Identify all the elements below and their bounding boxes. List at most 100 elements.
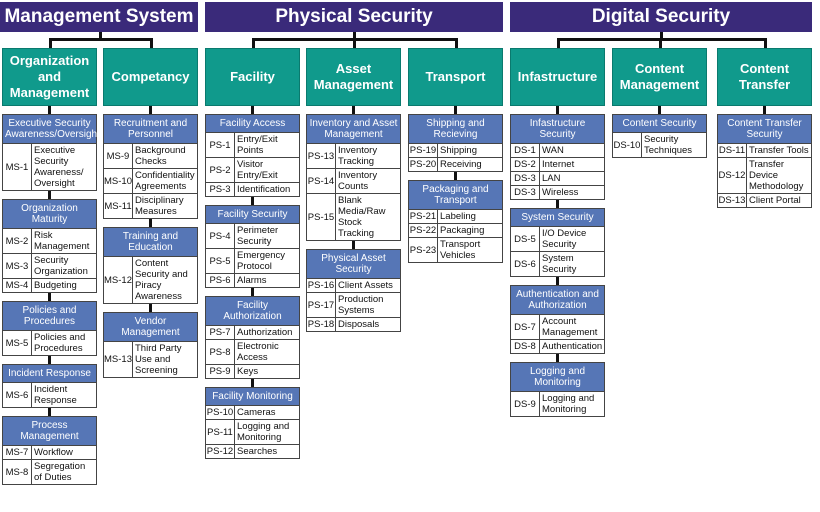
control-id: PS-1	[206, 133, 235, 157]
connector-line	[763, 38, 767, 48]
control-row: DS-13 Client Portal	[718, 193, 811, 207]
control-label: Logging and Monitoring	[237, 421, 290, 443]
control-id: PS-14	[307, 169, 336, 193]
control-row: MS-12 Content Security and Piracy Awarene…	[104, 256, 197, 303]
control-label: Identification	[237, 184, 291, 195]
control-group: Facility Authorization PS-7 Authorization P…	[205, 296, 300, 379]
connector-line	[251, 38, 255, 48]
control-row: DS-8 Authentication	[511, 339, 604, 353]
category-box: Content Transfer	[717, 48, 812, 106]
connector-line	[251, 379, 254, 387]
group-header: Policies and Procedures	[3, 302, 96, 330]
control-id: MS-13	[104, 342, 133, 377]
control-label: Visitor Entry/Exit	[237, 159, 278, 181]
control-row: PS-10 Cameras	[206, 405, 299, 419]
category-column: Infastructure Infastructure Security DS-1 W…	[510, 48, 605, 417]
control-group: Organization Maturity MS-2 Risk Management…	[2, 199, 97, 293]
control-row: PS-5 Emergency Protocol	[206, 248, 299, 273]
connector-line	[556, 38, 560, 48]
category-box: Asset Management	[306, 48, 401, 106]
control-id: PS-19	[409, 144, 438, 157]
control-row: PS-9 Keys	[206, 364, 299, 378]
control-id: DS-5	[511, 227, 540, 251]
connector-line	[352, 38, 356, 48]
control-row: PS-12 Searches	[206, 444, 299, 458]
control-label: Emergency Protocol	[237, 250, 286, 272]
control-label: Wireless	[542, 187, 579, 198]
control-id: DS-3	[511, 186, 540, 199]
control-label: I/O Device Security	[542, 228, 587, 250]
control-group: Content Security DS-10 Security Techniques	[612, 114, 707, 158]
control-group: Content Transfer Security DS-11 Transfer T…	[717, 114, 812, 208]
group-header: Facility Monitoring	[206, 388, 299, 405]
control-row: MS-10 Confidentiality Agreements	[104, 168, 197, 193]
connector-line	[48, 191, 51, 199]
group-header: Incident Response	[3, 365, 96, 382]
control-row: PS-17 Production Systems	[307, 292, 400, 317]
control-row: MS-11 Disciplinary Measures	[104, 193, 197, 218]
control-label: WAN	[542, 145, 564, 156]
control-group: Executive Security Awareness/Oversight MS…	[2, 114, 100, 191]
control-label: Risk Management	[34, 230, 90, 252]
control-group: Policies and Procedures MS-5 Policies and …	[2, 301, 97, 356]
control-group: Infastructure Security DS-1 WAN DS-2 Interne…	[510, 114, 605, 200]
control-group: Training and Education MS-12 Content Secur…	[103, 227, 198, 304]
control-label: Policies and Procedures	[34, 332, 86, 354]
control-row: DS-3 LAN	[511, 171, 604, 185]
control-row: MS-5 Policies and Procedures	[3, 330, 96, 355]
control-id: PS-20	[409, 158, 438, 171]
control-row: PS-8 Electronic Access	[206, 339, 299, 364]
connector-line	[352, 106, 355, 114]
control-group: Facility Monitoring PS-10 Cameras PS-11 Logg…	[205, 387, 300, 459]
control-label: Client Portal	[749, 195, 801, 206]
control-id: PS-4	[206, 224, 235, 248]
control-row: DS-9 Logging and Monitoring	[511, 391, 604, 416]
control-label: Inventory Tracking	[338, 145, 378, 167]
control-label: Blank Media/Raw Stock Tracking	[338, 195, 386, 239]
control-label: Transfer Device Methodology	[749, 159, 804, 192]
control-row: PS-3 Identification	[206, 182, 299, 196]
control-label: Logging and Monitoring	[542, 393, 595, 415]
control-group: Vendor Management MS-13 Third Party Use an…	[103, 312, 198, 378]
connector-line	[149, 106, 152, 114]
connector-line	[556, 106, 559, 114]
control-id: MS-3	[3, 254, 32, 278]
category-box: Facility	[205, 48, 300, 106]
control-label: Disciplinary Measures	[135, 195, 184, 217]
control-group: Incident Response MS-6 Incident Response	[2, 364, 97, 408]
control-id: PS-5	[206, 249, 235, 273]
control-label: Authentication	[542, 341, 603, 352]
group-header: Infastructure Security	[511, 115, 604, 143]
control-label: Segregation of Duties	[34, 461, 86, 483]
control-row: MS-4 Budgeting	[3, 278, 96, 292]
group-header: System Security	[511, 209, 604, 226]
control-row: PS-15 Blank Media/Raw Stock Tracking	[307, 193, 400, 240]
control-label: Third Party Use and Screening	[135, 343, 182, 376]
control-id: DS-13	[718, 194, 747, 207]
category-column: Content Transfer Content Transfer Securit…	[717, 48, 812, 208]
group-header: Content Security	[613, 115, 706, 132]
control-id: MS-4	[3, 279, 32, 292]
security-framework-diagram: Management System Physical Security Digita…	[0, 0, 820, 512]
control-id: PS-3	[206, 183, 235, 196]
connector-line	[556, 200, 559, 208]
control-id: DS-9	[511, 392, 540, 416]
control-id: DS-6	[511, 252, 540, 276]
connector-line	[658, 38, 662, 48]
control-id: DS-3	[511, 172, 540, 185]
category-column: Asset Management Inventory and Asset Mana…	[306, 48, 401, 332]
control-id: MS-2	[3, 229, 32, 253]
control-label: Disposals	[338, 319, 380, 330]
control-label: Perimeter Security	[237, 225, 279, 247]
category-column: Organization and Management Executive Sec…	[2, 48, 100, 485]
category-box: Competancy	[103, 48, 198, 106]
connector-line	[556, 277, 559, 285]
control-id: PS-16	[307, 279, 336, 292]
control-id: MS-8	[3, 460, 32, 484]
control-label: Internet	[542, 159, 575, 170]
category-box: Organization and Management	[2, 48, 97, 106]
control-row: PS-11 Logging and Monitoring	[206, 419, 299, 444]
control-id: MS-7	[3, 446, 32, 459]
control-row: PS-4 Perimeter Security	[206, 223, 299, 248]
connector-line	[251, 288, 254, 296]
